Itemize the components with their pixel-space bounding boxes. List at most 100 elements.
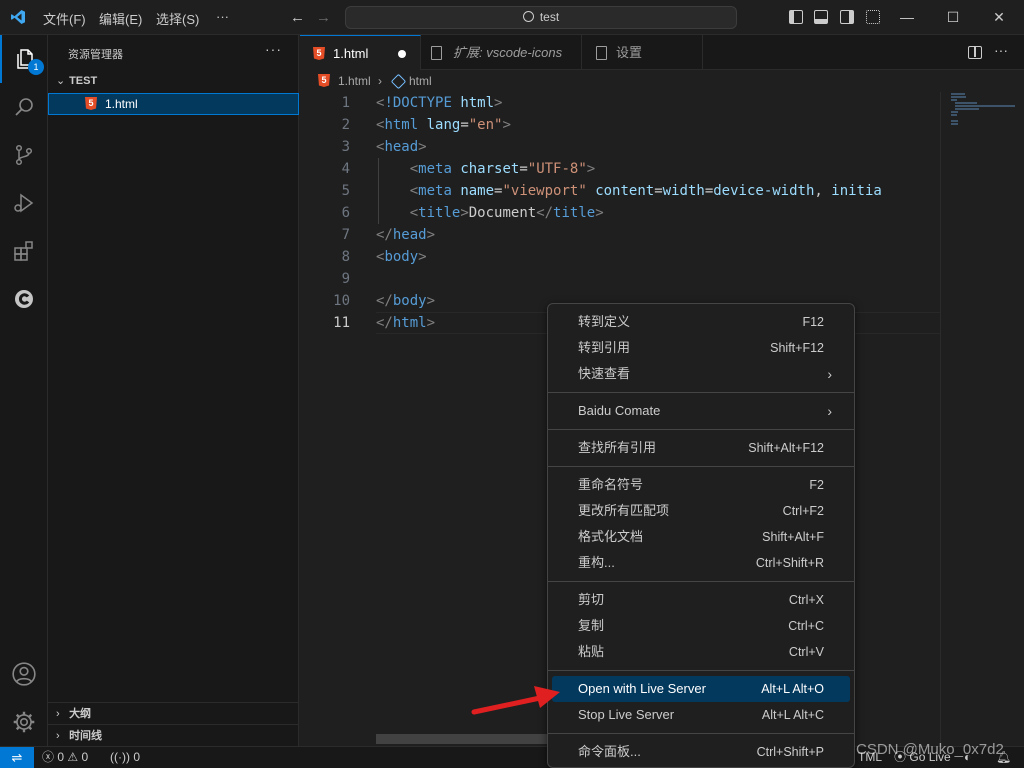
code-line[interactable]: <body> (376, 246, 427, 268)
menu-item-label: 转到定义 (578, 314, 631, 329)
menu-separator (548, 733, 854, 734)
menu-item[interactable]: 粘贴 Ctrl+V (552, 639, 850, 665)
breadcrumb-symbol[interactable]: html (409, 70, 432, 92)
ports-status[interactable]: ((·)) 0 (110, 747, 140, 768)
customize-layout-icon[interactable] (866, 10, 880, 24)
maximize-button[interactable]: ☐ (930, 0, 976, 35)
menu-item[interactable]: 更改所有匹配项 Ctrl+F2 (552, 498, 850, 524)
back-arrow-icon[interactable]: ← (290, 9, 305, 26)
code-line[interactable]: <!DOCTYPE html> (376, 92, 502, 114)
activity-comate[interactable] (0, 275, 48, 323)
code-line[interactable]: </body> (376, 290, 435, 312)
menu-selection[interactable]: 选择(S) (156, 9, 199, 28)
code-line[interactable]: <head> (376, 136, 427, 158)
sidebar-more-actions-icon[interactable]: ··· (265, 41, 282, 57)
menu-item-shortcut: Shift+Alt+F (762, 530, 824, 544)
menu-item-label: 查找所有引用 (578, 440, 657, 455)
timeline-section-header[interactable]: › 时间线 (48, 724, 299, 746)
horizontal-scrollbar[interactable] (376, 734, 566, 744)
activity-manage[interactable] (0, 698, 48, 746)
html5-file-icon: 5 (85, 97, 97, 110)
code-line[interactable]: </html> (376, 312, 435, 334)
tab-label: 1.html (333, 46, 369, 61)
minimap-line (951, 99, 957, 101)
explorer-sidebar: 资源管理器 ··· ⌄ TEST 5 1.html › 大纲 › 时间线 (48, 35, 299, 746)
menu-item-shortcut: Ctrl+Shift+R (755, 556, 824, 570)
error-icon: ⓧ (42, 750, 55, 764)
menu-item[interactable]: 转到定义 F12 (552, 309, 850, 335)
menu-item[interactable]: Stop Live Server Alt+L Alt+C (552, 702, 850, 728)
activity-explorer[interactable]: 1 (0, 35, 48, 83)
menu-item-label: Baidu Comate (578, 403, 661, 418)
minimap[interactable] (940, 92, 1024, 746)
menu-item[interactable]: 复制 Ctrl+C (552, 613, 850, 639)
warning-icon: ⚠ (67, 750, 79, 764)
activity-accounts[interactable] (0, 650, 48, 698)
toggle-panel-icon[interactable] (814, 10, 828, 24)
menu-item[interactable]: Baidu Comate › (552, 398, 850, 424)
command-center-search[interactable]: test (345, 6, 737, 29)
title-bar: 文件(F) 编辑(E) 选择(S) ··· ← → test — ☐ ✕ (0, 0, 1024, 35)
menu-item[interactable]: Open with Live Server Alt+L Alt+O (552, 676, 850, 702)
editor-more-actions-icon[interactable]: ··· (994, 42, 1008, 58)
tab-extension-vscode-icons[interactable]: 扩展: vscode-icons (421, 35, 582, 70)
code-line[interactable]: </head> (376, 224, 435, 246)
code-line[interactable]: <html lang="en"> (376, 114, 511, 136)
menu-item[interactable]: 格式化文档 Shift+Alt+F (552, 524, 850, 550)
minimize-button[interactable]: — (884, 0, 930, 35)
activity-extensions[interactable] (0, 227, 48, 275)
menu-item[interactable]: 快速查看 › (552, 361, 850, 387)
menu-item[interactable]: 重构... Ctrl+Shift+R (552, 550, 850, 576)
menu-item-label: 格式化文档 (578, 529, 644, 544)
menu-item-label: 转到引用 (578, 340, 631, 355)
code-line[interactable]: <meta name="viewport" content=width=devi… (376, 180, 882, 202)
line-number: 9 (341, 271, 350, 287)
menu-more[interactable]: ··· (216, 9, 229, 24)
toggle-primary-sidebar-icon[interactable] (789, 10, 803, 24)
code-line[interactable]: <meta charset="UTF-8"> (376, 158, 596, 180)
folder-section-header[interactable]: ⌄ TEST (48, 70, 299, 92)
line-number: 10 (333, 293, 350, 309)
close-window-button[interactable]: ✕ (976, 0, 1022, 35)
menu-item[interactable]: 转到引用 Shift+F12 (552, 335, 850, 361)
file-tree-item[interactable]: 5 1.html (48, 93, 299, 115)
menu-separator (548, 466, 854, 467)
breadcrumb-file[interactable]: 1.html (338, 70, 371, 92)
menu-item[interactable]: 查找所有引用 Shift+Alt+F12 (552, 435, 850, 461)
unsaved-dot-icon[interactable] (398, 50, 406, 58)
explorer-badge: 1 (28, 59, 44, 75)
line-number: 4 (341, 161, 350, 177)
menu-item-label: 粘贴 (578, 644, 605, 659)
minimap-line (951, 120, 958, 122)
minimap-line (955, 105, 1015, 107)
menu-item[interactable]: 命令面板... Ctrl+Shift+P (552, 739, 850, 765)
problems-status[interactable]: ⓧ 0 ⚠ 0 (42, 747, 88, 768)
line-number: 3 (341, 139, 350, 155)
account-icon (12, 662, 36, 686)
code-line[interactable]: <title>Document</title> (376, 202, 604, 224)
toggle-secondary-sidebar-icon[interactable] (840, 10, 854, 24)
menu-item[interactable]: 剪切 Ctrl+X (552, 587, 850, 613)
menu-item-label: 更改所有匹配项 (578, 503, 670, 518)
sidebar-title: 资源管理器 (68, 49, 123, 61)
line-number: 8 (341, 249, 350, 265)
activity-source-control[interactable] (0, 131, 48, 179)
run-debug-icon (14, 193, 34, 213)
line-number: 2 (341, 117, 350, 133)
outline-section-header[interactable]: › 大纲 (48, 702, 299, 724)
menu-item[interactable]: 重命名符号 F2 (552, 472, 850, 498)
file-name: 1.html (105, 97, 138, 111)
chevron-right-icon: › (827, 403, 832, 419)
watermark: CSDN @Muko_0x7d2 (856, 741, 1004, 758)
remote-indicator-icon[interactable]: ⇌ (0, 747, 34, 768)
red-arrow-annotation (471, 686, 560, 715)
split-editor-icon[interactable] (968, 46, 982, 59)
tab-1-html[interactable]: 5 1.html (300, 35, 421, 70)
tab-settings[interactable]: 设置 (582, 35, 703, 70)
menu-file[interactable]: 文件(F) (43, 9, 86, 28)
activity-run-debug[interactable] (0, 179, 48, 227)
forward-arrow-icon[interactable]: → (316, 9, 331, 26)
menu-edit[interactable]: 编辑(E) (99, 9, 142, 28)
warning-count: 0 (81, 750, 89, 764)
activity-search[interactable] (0, 83, 48, 131)
